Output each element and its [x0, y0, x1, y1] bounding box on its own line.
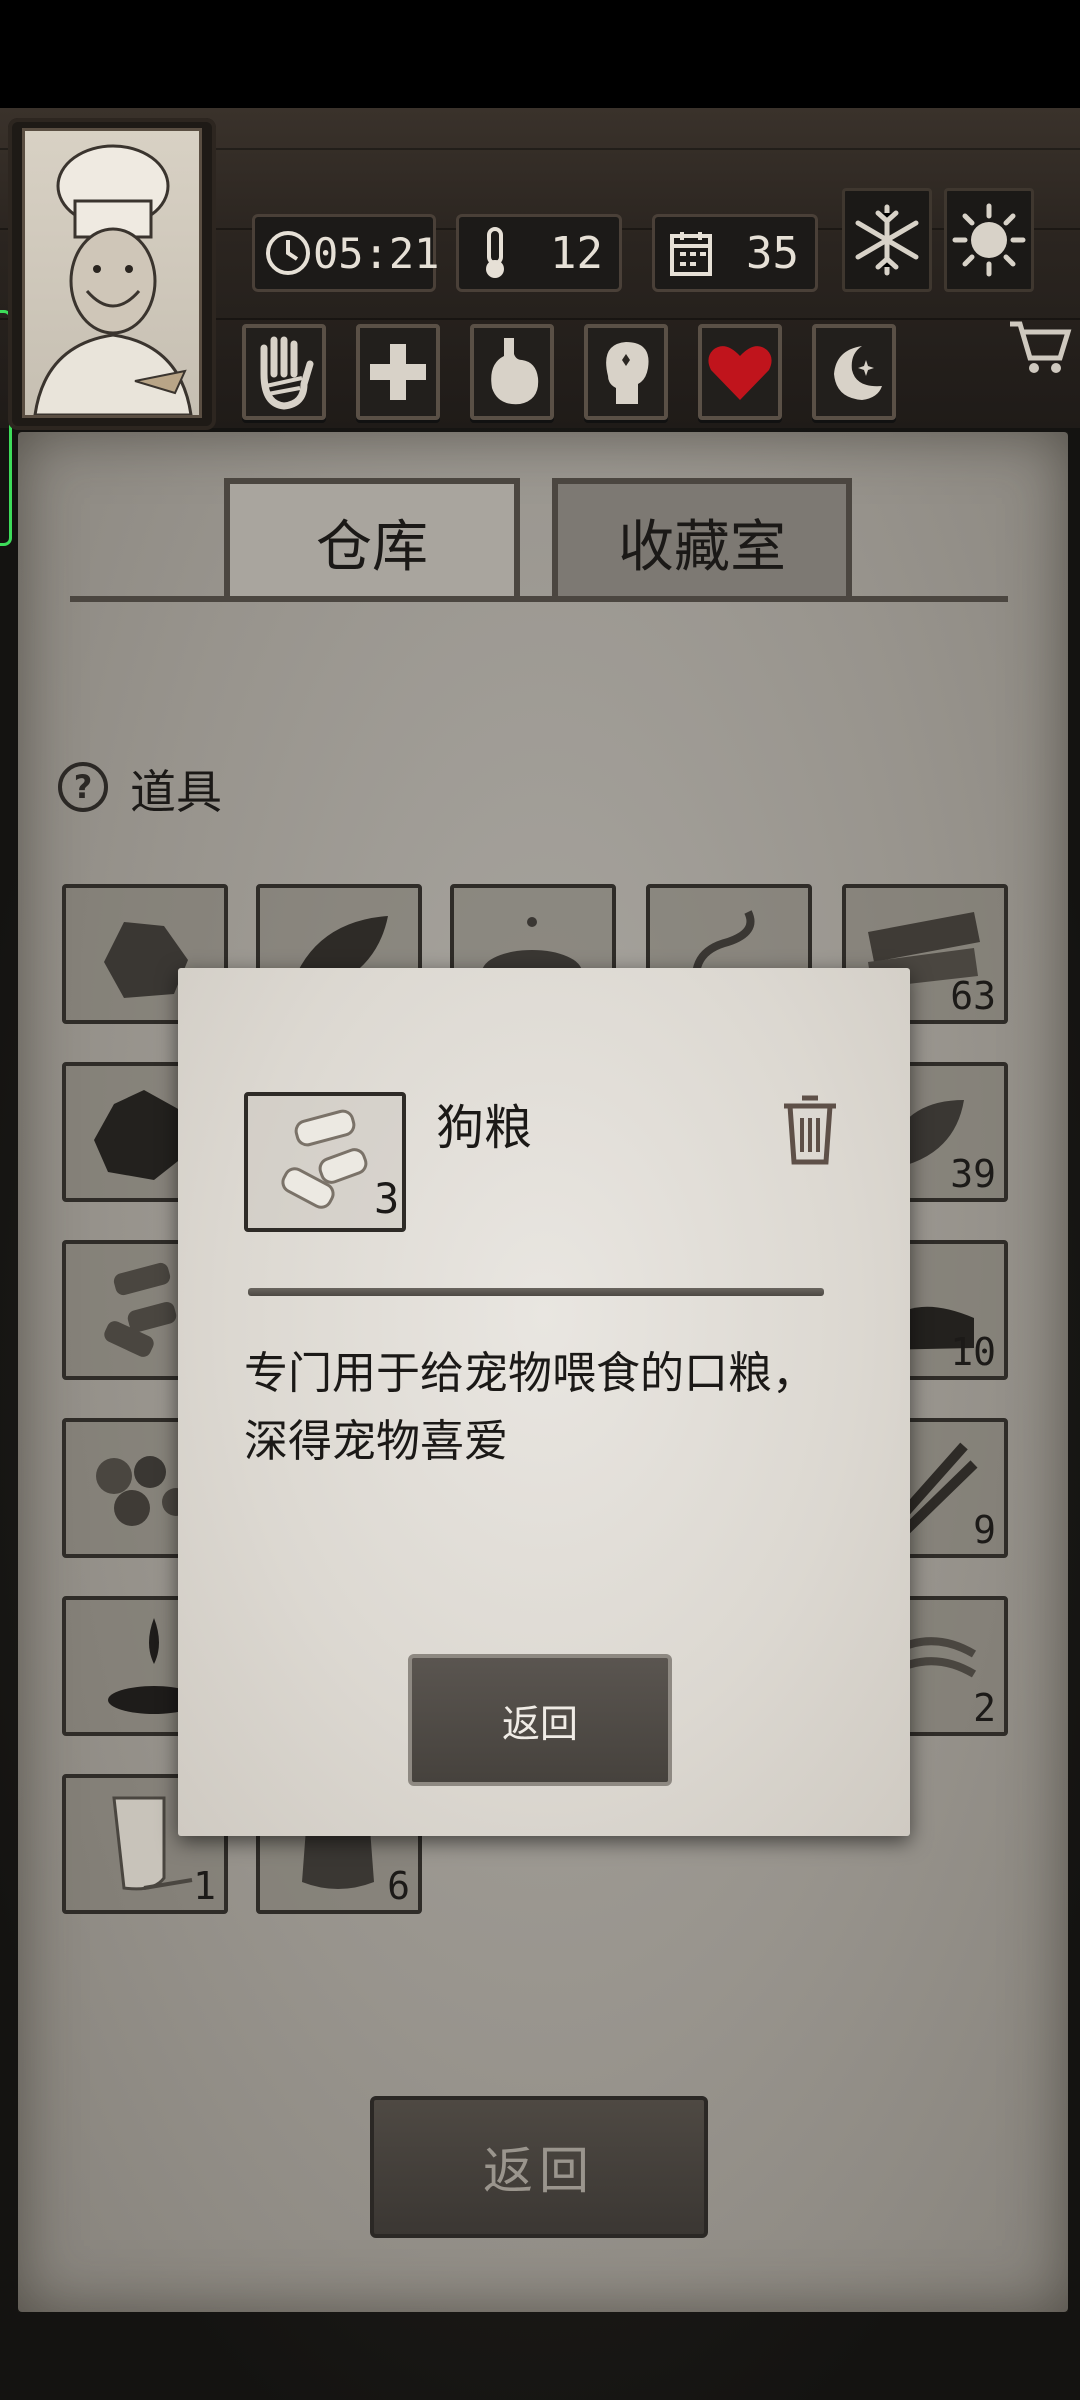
dialog-item-name: 狗粮: [436, 1100, 533, 1156]
item-count: 6: [387, 1864, 410, 1908]
time-display: 05:21: [252, 214, 439, 292]
calendar-icon: [663, 225, 719, 281]
snowflake-button[interactable]: [842, 188, 932, 292]
item-count: 1: [193, 1864, 216, 1908]
status-sleep[interactable]: [812, 324, 896, 420]
status-bar: [0, 0, 1080, 108]
clock-icon: [263, 225, 313, 281]
item-count: 39: [950, 1152, 996, 1196]
temperature-display: 12: [456, 214, 622, 292]
item-count: 63: [950, 974, 996, 1018]
bandaged-hand-icon: [260, 336, 314, 410]
dialog-return-button[interactable]: 返回: [408, 1654, 672, 1786]
item-count: 2: [973, 1686, 996, 1730]
stomach-icon: [491, 338, 539, 405]
sun-button[interactable]: [944, 188, 1034, 292]
thermometer-icon: [467, 225, 523, 281]
section-title: 道具: [130, 765, 222, 819]
status-health[interactable]: [356, 324, 440, 420]
status-mind[interactable]: [584, 324, 668, 420]
snowflake-icon: [855, 204, 919, 276]
help-icon[interactable]: ?: [58, 762, 108, 812]
time-value: 05:21: [313, 228, 440, 278]
cart-icon[interactable]: [1006, 312, 1072, 378]
moon-icon: [834, 346, 882, 400]
status-heart[interactable]: [698, 324, 782, 420]
trash-icon[interactable]: [780, 1094, 840, 1168]
item-count: 10: [950, 1330, 996, 1374]
cross-icon: [370, 344, 426, 400]
status-stomach[interactable]: [470, 324, 554, 420]
tab-underline: [70, 596, 1008, 602]
chef-portrait[interactable]: [22, 128, 202, 418]
day-display: 35: [652, 214, 818, 292]
item-count: 9: [973, 1508, 996, 1552]
dialog-item-count: 3: [374, 1174, 400, 1223]
day-value: 35: [746, 227, 799, 279]
status-hand[interactable]: [242, 324, 326, 420]
dialog-description: 专门用于给宠物喂食的口粮， 深得宠物喜爱: [244, 1340, 844, 1476]
heart-icon: [708, 346, 772, 400]
tab-collection[interactable]: 收藏室: [552, 478, 852, 600]
dialog-divider: [248, 1288, 824, 1296]
temperature-value: 12: [550, 227, 603, 279]
return-button[interactable]: 返回: [370, 2096, 708, 2238]
tab-warehouse[interactable]: 仓库: [224, 478, 520, 600]
sun-icon: [952, 203, 1026, 277]
description-line: 深得宠物喜爱: [244, 1416, 508, 1467]
description-line: 专门用于给宠物喂食的口粮，: [244, 1348, 816, 1399]
head-icon: [606, 342, 649, 404]
